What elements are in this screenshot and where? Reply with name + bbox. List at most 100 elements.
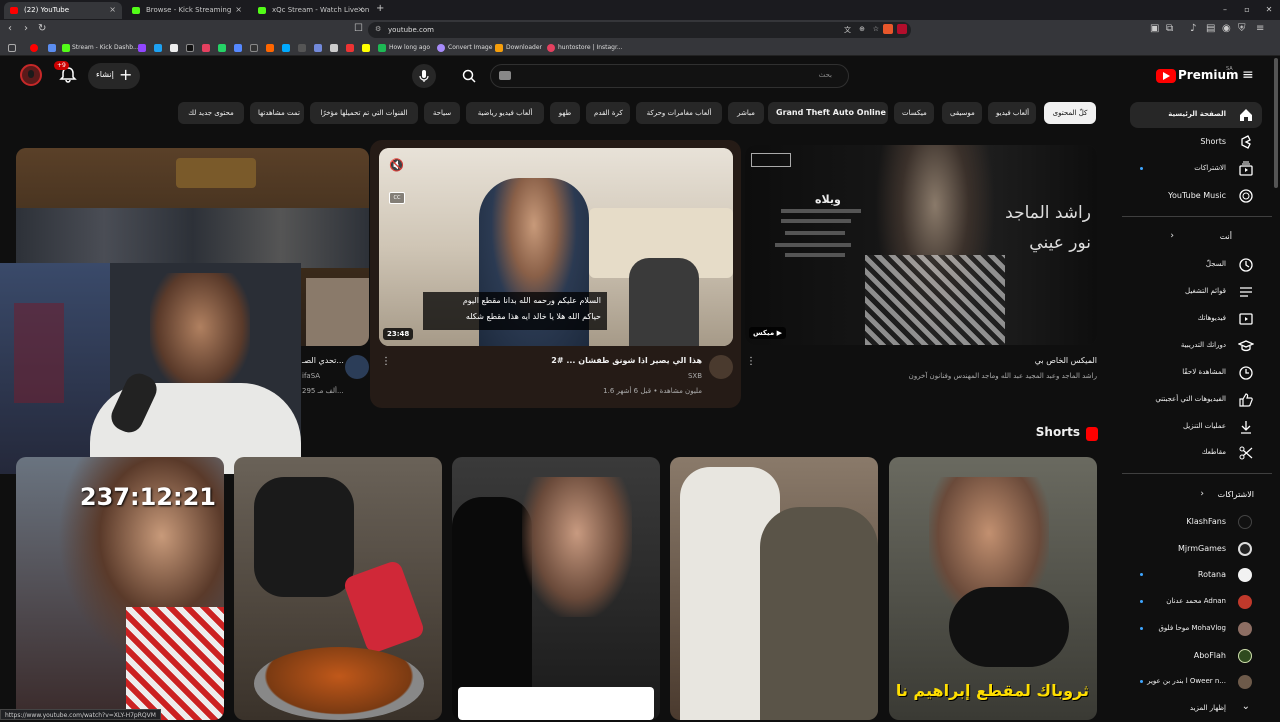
bookmark-favicon-icon[interactable] — [202, 44, 210, 52]
chip[interactable]: موسيقى — [942, 102, 982, 124]
sidebar-item-clips[interactable]: مقاطعك — [1130, 440, 1262, 466]
chip[interactable]: تمت مشاهدتها — [250, 102, 304, 124]
bookmark-link[interactable]: Stream - Kick Dashb... — [72, 44, 139, 51]
close-tab-icon[interactable]: × — [109, 5, 116, 14]
maximize-button[interactable]: ▫ — [1236, 0, 1258, 20]
sidebar-item-watch-later[interactable]: المشاهدة لاحقًا — [1130, 360, 1262, 386]
video-thumbnail-sxb[interactable]: 🔇 CC السلام عليكم ورحمه الله بدانا مقطع … — [379, 148, 733, 346]
bookmark-favicon-icon[interactable] — [138, 44, 146, 52]
close-tab-icon[interactable]: × — [357, 5, 364, 14]
chip[interactable]: طهو — [550, 102, 580, 124]
apps-icon[interactable] — [8, 44, 16, 52]
profile-icon[interactable]: ◉ — [1222, 23, 1231, 34]
close-window-button[interactable]: ✕ — [1258, 0, 1280, 20]
sidebar-item-home[interactable]: الصفحة الرئيسية — [1130, 102, 1262, 128]
short-card[interactable] — [452, 457, 660, 720]
reload-icon[interactable]: ↻ — [38, 23, 46, 34]
search-input[interactable]: بحث — [490, 64, 849, 88]
bookmark-favicon-icon[interactable] — [218, 44, 226, 52]
sidebar-sub-item[interactable]: Rotana — [1130, 562, 1262, 588]
bookmark-favicon-icon[interactable] — [186, 44, 194, 52]
chip[interactable]: ألعاب فيديو — [988, 102, 1036, 124]
star-icon[interactable]: ☆ — [873, 25, 879, 33]
scrollbar-thumb[interactable] — [1274, 58, 1278, 188]
more-options-icon[interactable]: ⋮ — [746, 356, 756, 367]
captions-icon[interactable]: CC — [389, 192, 405, 204]
bookmark-favicon-icon[interactable] — [346, 44, 354, 52]
bookmark-link[interactable]: How long ago — [389, 44, 430, 51]
chip[interactable]: مباشر — [728, 102, 764, 124]
keyboard-icon[interactable] — [499, 71, 511, 80]
mute-icon[interactable]: 🔇 — [389, 158, 404, 172]
chip[interactable]: ميكسات — [894, 102, 934, 124]
bookmark-favicon-icon[interactable] — [282, 44, 290, 52]
short-card[interactable]: 237:12:21 — [16, 457, 224, 720]
sidebar-item-your-videos[interactable]: فيديوهاتك — [1130, 306, 1262, 332]
create-button[interactable]: إنشاء + — [88, 63, 140, 89]
channel-avatar[interactable] — [345, 355, 369, 379]
short-card[interactable]: ثروباك لمقطع إبراهيم نا — [889, 457, 1097, 720]
bookmark-favicon-icon[interactable] — [234, 44, 242, 52]
minimize-button[interactable]: – — [1214, 0, 1236, 20]
sidebar-item-subscriptions[interactable]: الاشتراكات — [1130, 156, 1262, 182]
bookmark-favicon-icon[interactable] — [298, 44, 306, 52]
chip[interactable]: Grand Theft Auto Online — [768, 102, 888, 124]
sidebar-sub-item[interactable]: محمد عدنان Adnan — [1130, 589, 1262, 615]
address-bar[interactable]: ⚙ youtube.com 文 ⊕ ☆ — [368, 22, 911, 38]
back-icon[interactable]: ‹ — [8, 23, 12, 34]
chip[interactable]: محتوى جديد لك — [178, 102, 244, 124]
bookmark-favicon-icon[interactable] — [30, 44, 38, 52]
bookmark-favicon-icon[interactable] — [154, 44, 162, 52]
sidebar-item-playlists[interactable]: قوائم التشغيل — [1130, 279, 1262, 305]
youtube-premium-logo[interactable]: Premium SA ≡ — [1156, 66, 1266, 86]
notifications-button[interactable]: +9 — [54, 61, 78, 85]
bookmark-favicon-icon[interactable] — [48, 44, 56, 52]
music-icon[interactable]: ♪ — [1190, 23, 1196, 34]
sidebar-sub-item[interactable]: موحا فلوق MohaVlog — [1130, 616, 1262, 642]
sidebar-item-youtube-music[interactable]: YouTube Music — [1130, 183, 1262, 209]
channel-name[interactable]: ifaSA — [302, 372, 320, 380]
bookmark-link[interactable]: Downloader — [506, 44, 542, 51]
chip[interactable]: كرة القدم — [586, 102, 630, 124]
chip[interactable]: ألعاب مغامرات وحركة — [636, 102, 722, 124]
short-card[interactable] — [670, 457, 878, 720]
forward-icon[interactable]: › — [24, 23, 28, 34]
video-title[interactable]: هذا الي يصير اذا شونق طفشان ... #2 — [551, 356, 702, 365]
short-card[interactable] — [234, 457, 442, 720]
avatar[interactable] — [20, 64, 42, 86]
bookmark-favicon-icon[interactable] — [330, 44, 338, 52]
tab-kick-browse[interactable]: Browse - Kick Streaming × — [126, 2, 248, 19]
chip[interactable]: سياحة — [424, 102, 460, 124]
sidebar-item-liked-videos[interactable]: الفيديوهات التي أعجبتني — [1130, 387, 1262, 413]
sidebar-item-history[interactable]: السجلّ — [1130, 252, 1262, 278]
voice-search-button[interactable] — [412, 64, 436, 88]
screenshot-icon[interactable]: ▣ — [1150, 23, 1159, 34]
bookmark-favicon-icon[interactable] — [250, 44, 258, 52]
bookmark-link[interactable]: huntostore | Instagr... — [558, 44, 623, 51]
hamburger-menu-icon[interactable]: ≡ — [1242, 67, 1254, 83]
sidebar-item-courses[interactable]: دوراتك التدريبية — [1130, 333, 1262, 359]
bookmark-link[interactable]: Convert Image — [448, 44, 492, 51]
bookmark-favicon-icon[interactable] — [266, 44, 274, 52]
channel-avatar[interactable] — [709, 355, 733, 379]
sidebar-sub-item[interactable]: MjrmGames — [1130, 536, 1262, 562]
chip[interactable]: ألعاب فيديو رياضية — [466, 102, 544, 124]
bookmark-favicon-icon[interactable] — [378, 44, 386, 52]
site-info-icon[interactable]: ⚙ — [375, 25, 381, 33]
bookmark-favicon-icon[interactable] — [314, 44, 322, 52]
translate-icon[interactable]: 文 — [844, 25, 851, 35]
chip-all[interactable]: كلّ المحتوى — [1044, 102, 1096, 124]
video-thumbnail-mix[interactable]: راشد الماجد نور عيني ويلاه ميكس ▶ — [745, 145, 1097, 345]
sidebar-subscriptions-header[interactable]: الاشتراكات › — [1130, 486, 1262, 506]
tab-kick-xqc[interactable]: xQc Stream - Watch Live on Kick × — [252, 2, 370, 19]
search-button[interactable] — [450, 64, 490, 88]
extension-icon[interactable] — [883, 24, 893, 34]
close-tab-icon[interactable]: × — [235, 5, 242, 14]
video-title[interactable]: تحدي الصـ... — [302, 356, 344, 365]
menu-icon[interactable]: ≡ — [1256, 23, 1264, 34]
new-tab-button[interactable]: + — [376, 3, 384, 14]
video-title[interactable]: الميكس الخاص بي — [1035, 356, 1097, 365]
tab-youtube[interactable]: (22) YouTube × — [4, 2, 122, 19]
zoom-icon[interactable]: ⊕ — [859, 25, 865, 33]
channel-name[interactable]: SXB — [688, 372, 702, 380]
